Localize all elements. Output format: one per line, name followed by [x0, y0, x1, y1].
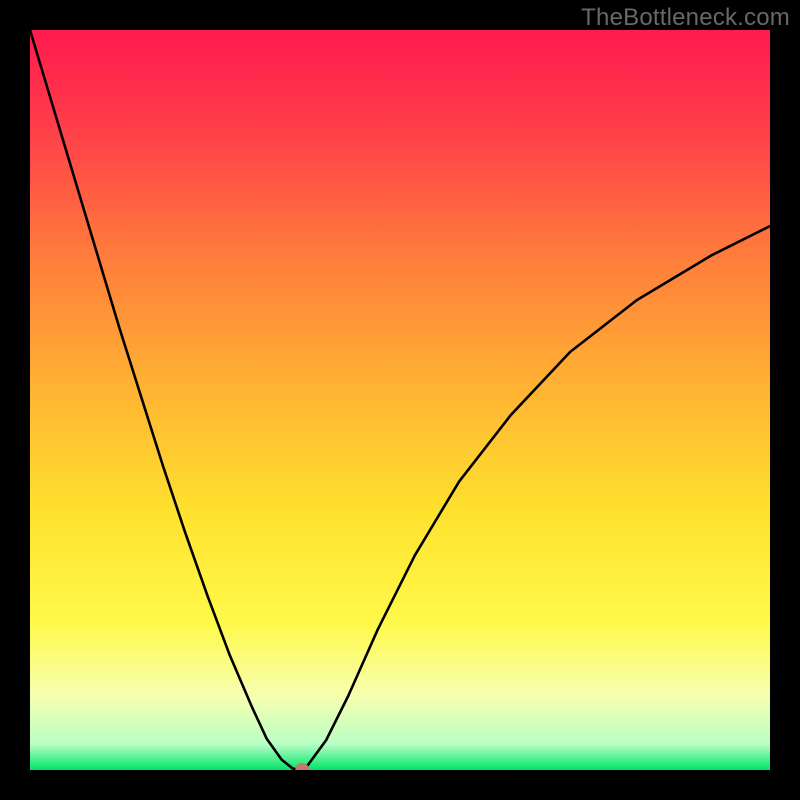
plot-area — [30, 30, 770, 770]
watermark-text: TheBottleneck.com — [581, 4, 790, 32]
chart-svg — [30, 30, 770, 770]
chart-frame: TheBottleneck.com — [0, 0, 800, 800]
